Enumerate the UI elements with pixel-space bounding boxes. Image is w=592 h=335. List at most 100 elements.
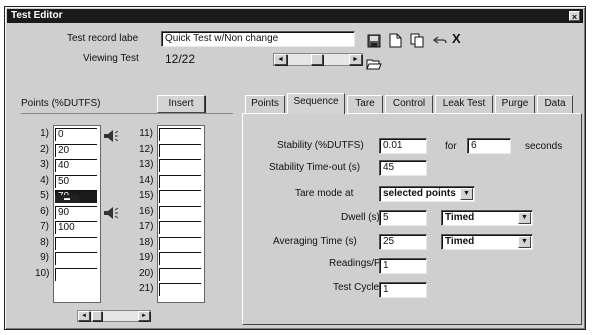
stability-label: Stability (%DUTFS) xyxy=(277,140,364,151)
sequence-panel: Stability (%DUTFS) 0.01 for 6 seconds St… xyxy=(242,113,582,325)
delete-icon[interactable]: X xyxy=(452,31,461,46)
point-row-number: 5) xyxy=(40,190,49,201)
points-scroll-right-button[interactable]: ► xyxy=(138,311,150,321)
stability-timeout-field[interactable]: 45 xyxy=(379,160,427,176)
point-row-field[interactable] xyxy=(159,174,201,188)
tab-leak-test[interactable]: Leak Test xyxy=(435,95,493,113)
points-divider xyxy=(21,113,233,115)
point-row-field[interactable] xyxy=(159,221,201,234)
point-row-field[interactable] xyxy=(159,128,201,141)
point-row-number: 8) xyxy=(40,236,49,248)
point-row-field[interactable]: 20 xyxy=(55,143,97,157)
averaging-mode-value: Timed xyxy=(445,236,475,247)
save-icon[interactable] xyxy=(367,34,381,48)
points-scrollbar[interactable]: ◄ ► xyxy=(77,310,151,322)
viewing-value: 12/22 xyxy=(165,52,196,66)
point-row-number: 4) xyxy=(40,174,49,186)
point-row-field[interactable]: 90 xyxy=(55,205,97,219)
points-title: Points (%DUTFS) xyxy=(21,98,101,109)
tab-points[interactable]: Points xyxy=(245,95,285,113)
point-row-field[interactable]: 0 xyxy=(55,128,97,141)
dwell-field[interactable]: 5 xyxy=(379,210,427,226)
insert-button[interactable]: Insert xyxy=(157,95,205,113)
title-bar: Test Editor × xyxy=(7,9,583,23)
point-row-number: 6) xyxy=(40,205,49,217)
dwell-mode-value: Timed xyxy=(445,212,475,223)
record-name-field[interactable]: Quick Test w/Non change xyxy=(161,31,355,47)
point-row-field[interactable] xyxy=(159,143,201,157)
point-row-field[interactable] xyxy=(159,190,201,203)
point-row-field[interactable] xyxy=(159,205,201,219)
viewing-label: Viewing Test xyxy=(83,53,139,64)
point-row-field[interactable]: 40 xyxy=(55,159,97,172)
averaging-time-label: Averaging Time (s) xyxy=(273,236,357,247)
insert-marker: ▬ xyxy=(55,195,79,203)
copy-icon[interactable] xyxy=(410,33,425,48)
speaker-icon xyxy=(104,130,119,142)
point-row-number: 18) xyxy=(139,236,154,248)
readings-per-point-label: Readings/Pt xyxy=(329,258,384,269)
point-row-number: 16) xyxy=(139,205,154,217)
close-icon[interactable]: × xyxy=(569,11,580,22)
chevron-down-icon[interactable]: ▼ xyxy=(518,236,531,248)
tab-tare[interactable]: Tare xyxy=(347,95,383,113)
for-label: for xyxy=(445,141,457,152)
new-document-icon[interactable] xyxy=(389,33,402,48)
tab-control[interactable]: Control xyxy=(385,95,433,113)
points-scroll-thumb[interactable] xyxy=(92,311,102,321)
point-row-number: 11) xyxy=(139,128,153,139)
point-row-field[interactable] xyxy=(159,267,201,281)
tab-data[interactable]: Data xyxy=(537,95,573,113)
point-row-field[interactable] xyxy=(159,283,201,296)
stability-field[interactable]: 0.01 xyxy=(379,138,427,154)
point-row-number: 1) xyxy=(40,128,49,139)
point-row-field[interactable] xyxy=(159,252,201,265)
points-scroll-left-button[interactable]: ◄ xyxy=(78,311,90,321)
averaging-time-field[interactable]: 25 xyxy=(379,234,427,250)
point-row-number: 12) xyxy=(139,143,154,155)
tab-sequence[interactable]: Sequence xyxy=(287,93,345,114)
scroll-right-button[interactable]: ► xyxy=(349,54,362,65)
record-label: Test record labe xyxy=(67,33,139,44)
stability-seconds-field[interactable]: 6 xyxy=(467,138,511,154)
point-row-number: 19) xyxy=(139,252,154,263)
point-row-field[interactable]: 100 xyxy=(55,221,97,234)
tab-purge[interactable]: Purge xyxy=(495,95,535,113)
scroll-left-button[interactable]: ◄ xyxy=(274,54,287,65)
point-row-number: 3) xyxy=(40,159,49,170)
tare-mode-label: Tare mode at xyxy=(295,188,354,199)
folder-open-icon[interactable] xyxy=(366,57,382,71)
window-title: Test Editor xyxy=(11,10,63,21)
dwell-mode-select[interactable]: Timed ▼ xyxy=(441,210,533,226)
point-row-number: 15) xyxy=(139,190,154,201)
point-row-field[interactable] xyxy=(55,236,97,250)
point-row-number: 20) xyxy=(139,267,154,279)
point-row-field[interactable] xyxy=(55,252,97,265)
point-row-number: 10) xyxy=(35,267,50,279)
tare-mode-value: selected points xyxy=(383,188,456,199)
point-row-field[interactable]: 50 xyxy=(55,174,97,188)
seconds-label: seconds xyxy=(525,141,563,152)
point-row-number: 14) xyxy=(139,174,154,186)
point-row-number: 9) xyxy=(40,252,49,263)
test-editor-window: Test Editor × Test record labe Quick Tes… xyxy=(4,6,586,330)
point-row-number: 17) xyxy=(139,221,154,232)
tare-mode-select[interactable]: selected points ▼ xyxy=(379,186,475,202)
point-row-field[interactable] xyxy=(159,159,201,172)
point-row-number: 13) xyxy=(139,159,154,170)
chevron-down-icon[interactable]: ▼ xyxy=(460,188,473,200)
undo-icon[interactable] xyxy=(433,35,447,46)
point-row-field[interactable] xyxy=(159,236,201,250)
point-row-number: 7) xyxy=(40,221,49,232)
averaging-mode-select[interactable]: Timed ▼ xyxy=(441,234,533,250)
readings-per-point-field[interactable]: 1 xyxy=(379,258,427,274)
test-cycles-label: Test Cycles xyxy=(333,282,385,293)
point-row-number: 21) xyxy=(139,283,154,294)
chevron-down-icon[interactable]: ▼ xyxy=(518,212,531,224)
point-row-field[interactable] xyxy=(55,267,97,281)
point-row-number: 2) xyxy=(40,143,49,155)
viewing-scrollbar[interactable]: ◄ ► xyxy=(273,53,363,66)
scroll-thumb[interactable] xyxy=(311,54,323,65)
test-cycles-field[interactable]: 1 xyxy=(379,282,427,298)
stability-timeout-label: Stability Time-out (s) xyxy=(269,162,361,173)
